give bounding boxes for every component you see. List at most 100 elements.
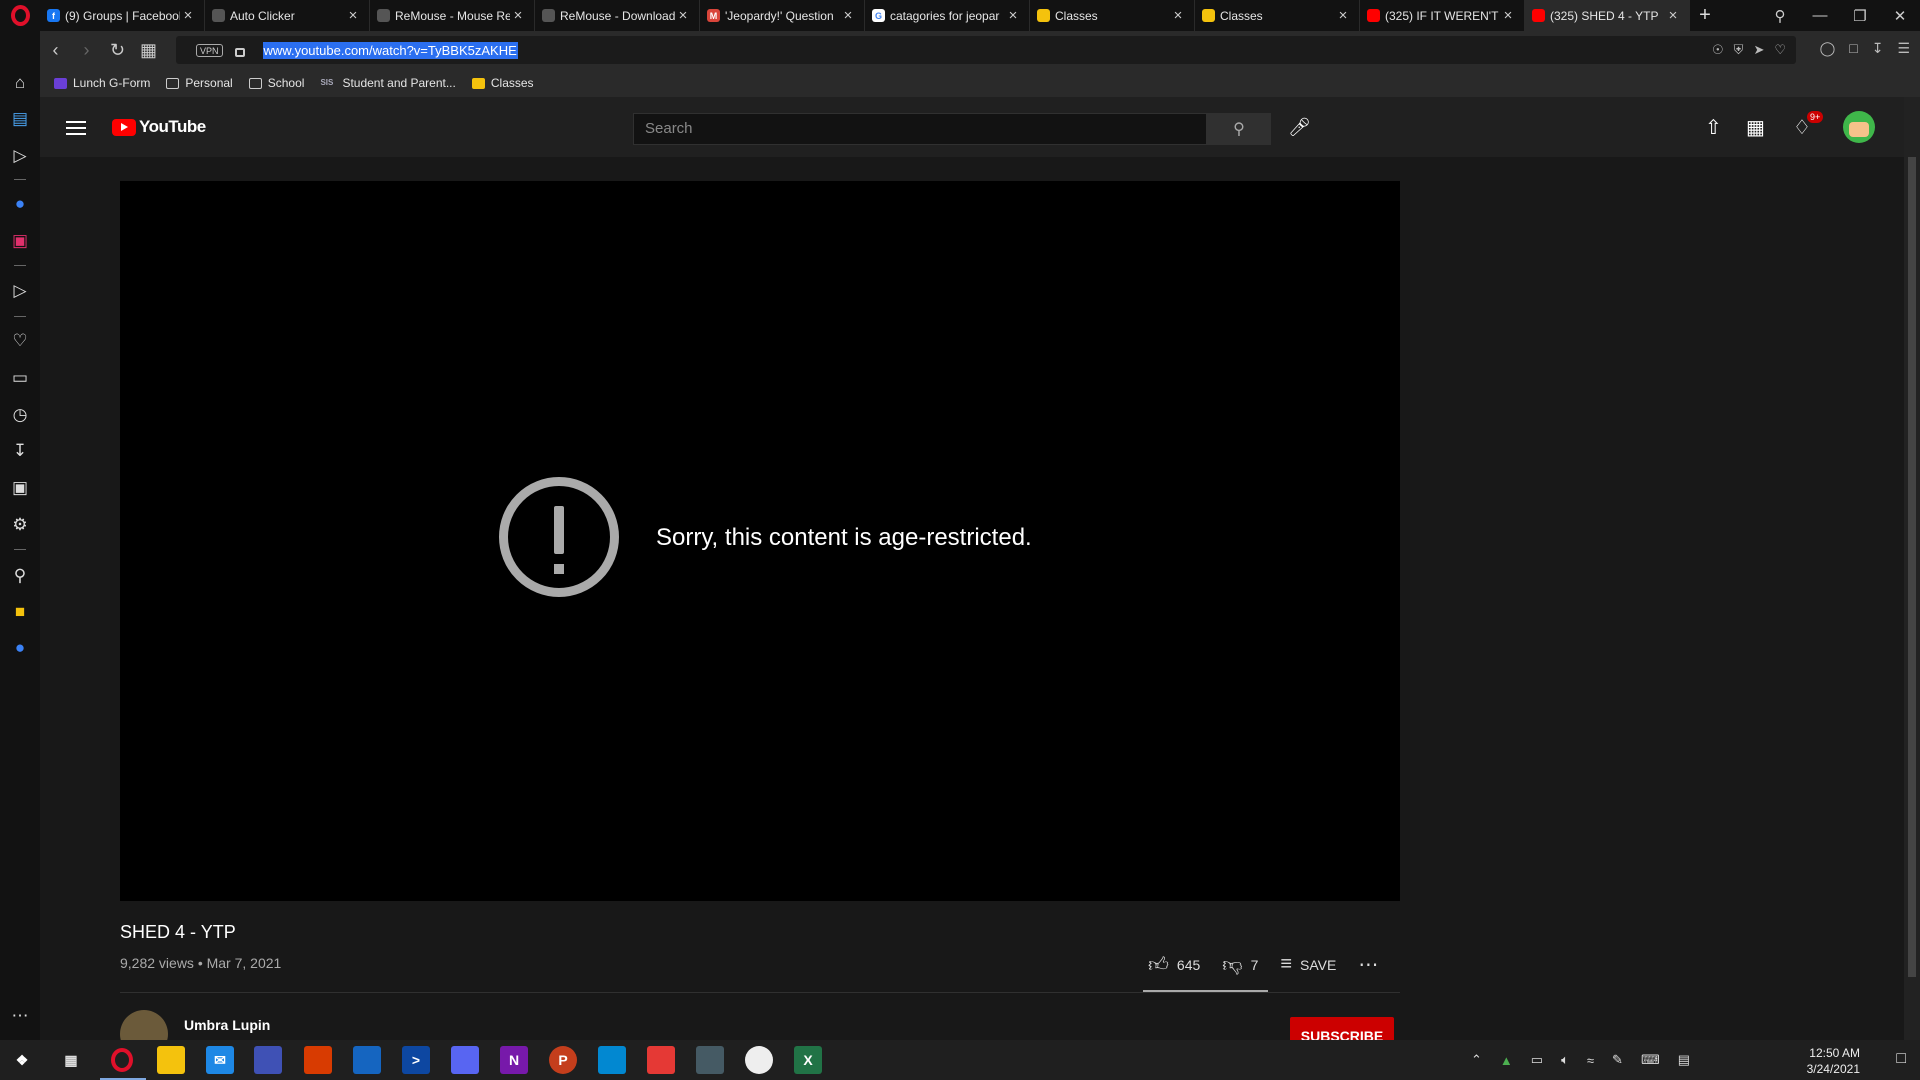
close-tab-icon[interactable]: × bbox=[1665, 7, 1681, 24]
apps-grid-icon[interactable]: ▦ bbox=[1746, 115, 1765, 140]
settings-gear-icon[interactable]: ⚙ bbox=[0, 515, 40, 535]
bookmarks-heart-icon[interactable]: ♡ bbox=[0, 331, 40, 351]
browser-tab[interactable]: Auto Clicker × bbox=[205, 0, 370, 31]
new-tab-button[interactable]: + bbox=[1690, 4, 1720, 27]
powershell-icon[interactable]: > bbox=[402, 1046, 430, 1074]
extensions-cube-icon[interactable]: ▣ bbox=[0, 478, 40, 498]
pen-icon[interactable]: ✎ bbox=[1612, 1052, 1623, 1068]
bookmark-item[interactable]: Classes bbox=[471, 76, 534, 90]
file-explorer-icon[interactable] bbox=[157, 1046, 185, 1074]
send-icon[interactable]: ➤ bbox=[1753, 42, 1764, 58]
opera-taskbar-icon[interactable] bbox=[111, 1048, 133, 1072]
browser-tab[interactable]: (325) IF IT WEREN'T × bbox=[1360, 0, 1525, 31]
scrollbar[interactable] bbox=[1904, 97, 1920, 1041]
bookmark-item[interactable]: SIS Student and Parent... bbox=[320, 76, 455, 90]
more-actions-button[interactable]: ⋯ bbox=[1358, 952, 1378, 977]
browser-tab[interactable]: Classes × bbox=[1195, 0, 1360, 31]
chat-icon[interactable]: ● bbox=[0, 638, 40, 658]
close-tab-icon[interactable]: × bbox=[1005, 7, 1021, 24]
volume-icon[interactable]: 🔈︎ bbox=[1561, 1052, 1569, 1068]
clock-app-icon[interactable] bbox=[745, 1046, 773, 1074]
dislike-button[interactable]: 👎︎ 7 bbox=[1222, 953, 1258, 977]
vpn-badge[interactable]: VPN bbox=[196, 43, 223, 57]
browser-tab[interactable]: Gcatagories for jeopar × bbox=[865, 0, 1030, 31]
close-window-button[interactable]: ✕ bbox=[1880, 7, 1920, 25]
close-tab-icon[interactable]: × bbox=[1500, 7, 1516, 24]
bookmark-item[interactable]: Personal bbox=[166, 76, 233, 90]
youtube-logo[interactable]: YouTube bbox=[112, 117, 206, 137]
close-tab-icon[interactable]: × bbox=[510, 7, 526, 24]
powerpoint-icon[interactable]: P bbox=[549, 1046, 577, 1074]
store-icon[interactable] bbox=[254, 1046, 282, 1074]
close-tab-icon[interactable]: × bbox=[345, 7, 361, 24]
close-tab-icon[interactable]: × bbox=[675, 7, 691, 24]
lock-icon[interactable] bbox=[234, 47, 245, 57]
photos-icon[interactable] bbox=[353, 1046, 381, 1074]
close-tab-icon[interactable]: × bbox=[1170, 7, 1186, 24]
browser-tab[interactable]: M 'Jeopardy!' Question × bbox=[700, 0, 865, 31]
cube-icon[interactable]: □ bbox=[1849, 40, 1857, 57]
search-button[interactable]: ⚲ bbox=[1207, 113, 1271, 145]
bookmark-item[interactable]: Lunch G-Form bbox=[54, 76, 150, 90]
easy-setup-icon[interactable]: ☰ bbox=[1897, 40, 1910, 57]
remote-desktop-icon[interactable] bbox=[598, 1046, 626, 1074]
tabs-icon[interactable]: ▭ bbox=[0, 368, 40, 388]
excel-icon[interactable]: X bbox=[794, 1046, 822, 1074]
player-icon[interactable]: ▷ bbox=[0, 146, 40, 166]
discord-icon[interactable] bbox=[451, 1046, 479, 1074]
search-tabs-icon[interactable]: ⚲ bbox=[1760, 7, 1800, 25]
upload-icon[interactable]: ⇧ bbox=[1705, 115, 1722, 140]
more-icon[interactable]: ⋯ bbox=[0, 1006, 40, 1026]
extensions-icon[interactable]: ◯ bbox=[1820, 40, 1836, 57]
google-drive-icon[interactable]: ▲ bbox=[1500, 1053, 1513, 1068]
wifi-icon[interactable]: ≈ bbox=[1587, 1053, 1594, 1068]
mail-icon[interactable]: ✉ bbox=[206, 1046, 234, 1074]
messenger-icon[interactable]: ● bbox=[0, 194, 40, 214]
control-panel-icon[interactable] bbox=[696, 1046, 724, 1074]
workspace-icon[interactable]: ▤ bbox=[0, 109, 40, 129]
adblock-shield-icon[interactable]: ⛨ bbox=[1734, 42, 1744, 58]
back-button[interactable]: ‹ bbox=[40, 40, 71, 61]
instagram-icon[interactable]: ▣ bbox=[0, 231, 40, 251]
opera-menu-button[interactable] bbox=[0, 0, 40, 31]
speed-dial-icon[interactable]: ▦ bbox=[133, 40, 164, 61]
lightbulb-icon[interactable]: ⚲ bbox=[0, 566, 40, 586]
close-tab-icon[interactable]: × bbox=[180, 7, 196, 24]
browser-tab[interactable]: ReMouse - Download × bbox=[535, 0, 700, 31]
download-icon[interactable]: ↧ bbox=[1872, 40, 1884, 57]
downloads-icon[interactable]: ↧ bbox=[0, 441, 40, 461]
bookmark-item[interactable]: School bbox=[248, 76, 304, 90]
history-clock-icon[interactable]: ◷ bbox=[0, 405, 40, 425]
office-icon[interactable] bbox=[304, 1046, 332, 1074]
bookmark-heart-icon[interactable]: ♡ bbox=[1774, 42, 1786, 58]
channel-name[interactable]: Umbra Lupin bbox=[184, 1017, 270, 1033]
task-view-icon[interactable]: ▦ bbox=[57, 1046, 85, 1074]
snapshot-icon[interactable]: ☉ bbox=[1712, 42, 1724, 58]
menu-icon[interactable] bbox=[66, 121, 86, 139]
mic-icon[interactable]: 🎤︎ bbox=[1288, 117, 1311, 138]
browser-tab[interactable]: f (9) Groups | Facebook × bbox=[40, 0, 205, 31]
minimize-button[interactable]: — bbox=[1800, 7, 1840, 24]
windows-start-icon[interactable]: ❖ bbox=[8, 1046, 36, 1074]
close-tab-icon[interactable]: × bbox=[840, 7, 856, 24]
send-flow-icon[interactable]: ▷ bbox=[0, 281, 40, 301]
scrollbar-thumb[interactable] bbox=[1908, 157, 1916, 977]
reload-button[interactable]: ↻ bbox=[102, 40, 133, 61]
url-text[interactable]: www.youtube.com/watch?v=TyBBK5zAKHE bbox=[262, 41, 518, 59]
battery-icon[interactable]: ▭ bbox=[1531, 1052, 1543, 1068]
taskbar-clock[interactable]: 12:50 AM 3/24/2021 bbox=[1807, 1045, 1860, 1077]
home-icon[interactable]: ⌂ bbox=[0, 73, 40, 93]
search-input[interactable]: Search bbox=[633, 113, 1207, 145]
forward-button[interactable]: › bbox=[71, 40, 102, 61]
input-method-icon[interactable]: ▤ bbox=[1678, 1052, 1690, 1068]
notes-icon[interactable]: ■ bbox=[0, 602, 40, 622]
chevron-up-icon[interactable]: ⌃ bbox=[1471, 1052, 1482, 1068]
video-player[interactable]: Sorry, this content is age-restricted. bbox=[120, 181, 1400, 901]
keyboard-icon[interactable]: ⌨ bbox=[1641, 1052, 1660, 1068]
tool-icon[interactable] bbox=[647, 1046, 675, 1074]
like-button[interactable]: 👍︎ 645 bbox=[1148, 953, 1200, 977]
restore-button[interactable]: ❐ bbox=[1840, 7, 1880, 25]
browser-tab[interactable]: (325) SHED 4 - YTP × bbox=[1525, 0, 1690, 31]
browser-tab[interactable]: ReMouse - Mouse Re × bbox=[370, 0, 535, 31]
onenote-icon[interactable]: N bbox=[500, 1046, 528, 1074]
